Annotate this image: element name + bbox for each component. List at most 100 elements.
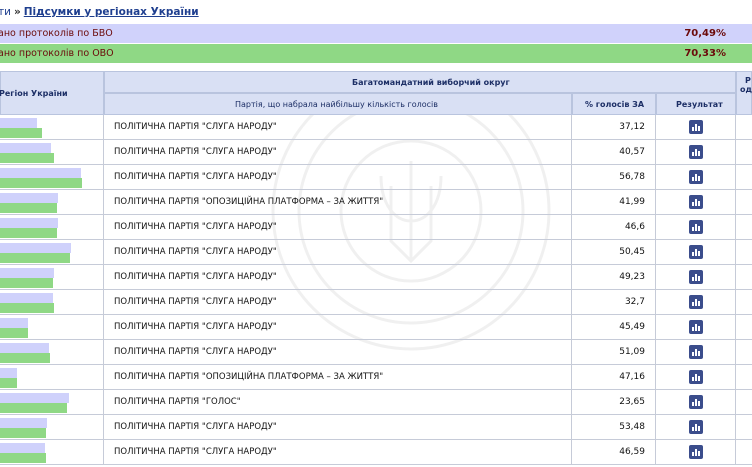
bvo-progress-bar bbox=[0, 168, 81, 178]
bvo-progress-bar bbox=[0, 368, 17, 378]
region-cell[interactable] bbox=[0, 315, 104, 340]
summary-ovo-bar: ано протоколів по ОВО 70,33% bbox=[0, 44, 752, 63]
ovo-progress-bar bbox=[0, 128, 42, 138]
bvo-progress-bar bbox=[0, 218, 58, 228]
percent-value: 46,6 bbox=[624, 222, 645, 232]
result-cell bbox=[656, 340, 736, 365]
bvo-progress-bar bbox=[0, 443, 45, 453]
bar-chart-icon[interactable] bbox=[689, 370, 703, 384]
percent-cell: 32,7 bbox=[572, 290, 656, 315]
region-cell[interactable] bbox=[0, 165, 104, 190]
result-cell bbox=[656, 240, 736, 265]
extra-cell bbox=[736, 290, 752, 315]
header-region-cell: Регіон України bbox=[0, 71, 104, 115]
table-row: ПОЛІТИЧНА ПАРТІЯ "СЛУГА НАРОДУ" 56,78 bbox=[0, 165, 752, 190]
party-cell: ПОЛІТИЧНА ПАРТІЯ "СЛУГА НАРОДУ" bbox=[104, 340, 572, 365]
bar-chart-icon[interactable] bbox=[689, 120, 703, 134]
percent-value: 53,48 bbox=[619, 422, 645, 432]
region-cell[interactable] bbox=[0, 190, 104, 215]
header-percent: % голосів ЗА bbox=[585, 100, 645, 109]
percent-cell: 47,16 bbox=[572, 365, 656, 390]
extra-cell bbox=[736, 215, 752, 240]
region-cell[interactable] bbox=[0, 240, 104, 265]
breadcrumb-prev-link[interactable]: ти bbox=[0, 6, 11, 18]
percent-cell: 46,6 bbox=[572, 215, 656, 240]
bar-chart-icon[interactable] bbox=[689, 345, 703, 359]
table-row: ПОЛІТИЧНА ПАРТІЯ "СЛУГА НАРОДУ" 45,49 bbox=[0, 315, 752, 340]
bar-chart-icon[interactable] bbox=[689, 145, 703, 159]
extra-cell bbox=[736, 265, 752, 290]
summary-ovo-label: ано протоколів по ОВО bbox=[0, 48, 114, 59]
bar-chart-icon[interactable] bbox=[689, 195, 703, 209]
party-name: ПОЛІТИЧНА ПАРТІЯ "СЛУГА НАРОДУ" bbox=[114, 272, 277, 282]
bar-chart-icon[interactable] bbox=[689, 295, 703, 309]
percent-value: 46,59 bbox=[619, 447, 645, 457]
ovo-progress-bar bbox=[0, 228, 57, 238]
bar-chart-icon[interactable] bbox=[689, 445, 703, 459]
ovo-progress-bar bbox=[0, 278, 53, 288]
bar-chart-icon[interactable] bbox=[689, 320, 703, 334]
ovo-progress-bar bbox=[0, 253, 70, 263]
bar-chart-icon[interactable] bbox=[689, 270, 703, 284]
region-cell[interactable] bbox=[0, 390, 104, 415]
bar-chart-icon[interactable] bbox=[689, 395, 703, 409]
percent-cell: 46,59 bbox=[572, 440, 656, 465]
region-cell[interactable] bbox=[0, 140, 104, 165]
region-cell[interactable] bbox=[0, 215, 104, 240]
extra-cell bbox=[736, 440, 752, 465]
region-cell[interactable] bbox=[0, 290, 104, 315]
party-cell: ПОЛІТИЧНА ПАРТІЯ "ОПОЗИЦІЙНА ПЛАТФОРМА –… bbox=[104, 365, 572, 390]
region-cell[interactable] bbox=[0, 415, 104, 440]
extra-cell bbox=[736, 315, 752, 340]
party-name: ПОЛІТИЧНА ПАРТІЯ "СЛУГА НАРОДУ" bbox=[114, 172, 277, 182]
region-cell[interactable] bbox=[0, 265, 104, 290]
region-cell[interactable] bbox=[0, 440, 104, 465]
summary-bvo-label: ано протоколів по БВО bbox=[0, 28, 113, 39]
result-cell bbox=[656, 365, 736, 390]
region-cell[interactable] bbox=[0, 115, 104, 140]
extra-cell bbox=[736, 115, 752, 140]
header-result-cell: Результат bbox=[656, 93, 736, 115]
bvo-progress-bar bbox=[0, 393, 69, 403]
breadcrumb-current-link[interactable]: Підсумки у регіонах України bbox=[24, 6, 199, 18]
bar-chart-icon[interactable] bbox=[689, 420, 703, 434]
percent-value: 56,78 bbox=[619, 172, 645, 182]
ovo-progress-bar bbox=[0, 453, 46, 463]
bvo-progress-bar bbox=[0, 318, 28, 328]
region-cell[interactable] bbox=[0, 365, 104, 390]
header-district: Багатомандатний виборчий округ bbox=[352, 78, 510, 87]
party-name: ПОЛІТИЧНА ПАРТІЯ "СЛУГА НАРОДУ" bbox=[114, 347, 277, 357]
percent-value: 51,09 bbox=[619, 347, 645, 357]
bar-chart-icon[interactable] bbox=[689, 245, 703, 259]
party-cell: ПОЛІТИЧНА ПАРТІЯ "СЛУГА НАРОДУ" bbox=[104, 140, 572, 165]
party-cell: ПОЛІТИЧНА ПАРТІЯ "СЛУГА НАРОДУ" bbox=[104, 315, 572, 340]
region-cell[interactable] bbox=[0, 340, 104, 365]
bvo-progress-bar bbox=[0, 243, 71, 253]
result-cell bbox=[656, 390, 736, 415]
bar-chart-icon[interactable] bbox=[689, 220, 703, 234]
table-row: ПОЛІТИЧНА ПАРТІЯ "СЛУГА НАРОДУ" 46,6 bbox=[0, 215, 752, 240]
result-cell bbox=[656, 315, 736, 340]
bar-chart-icon[interactable] bbox=[689, 170, 703, 184]
party-cell: ПОЛІТИЧНА ПАРТІЯ "СЛУГА НАРОДУ" bbox=[104, 115, 572, 140]
percent-value: 32,7 bbox=[624, 297, 645, 307]
party-cell: ПОЛІТИЧНА ПАРТІЯ "СЛУГА НАРОДУ" bbox=[104, 265, 572, 290]
extra-cell bbox=[736, 415, 752, 440]
table-row: ПОЛІТИЧНА ПАРТІЯ "ОПОЗИЦІЙНА ПЛАТФОРМА –… bbox=[0, 190, 752, 215]
header-region: Регіон України bbox=[0, 89, 68, 98]
result-cell bbox=[656, 115, 736, 140]
header-extra-cell: Р оди bbox=[736, 71, 752, 115]
extra-cell bbox=[736, 165, 752, 190]
extra-cell bbox=[736, 190, 752, 215]
result-cell bbox=[656, 290, 736, 315]
percent-value: 40,57 bbox=[619, 147, 645, 157]
result-cell bbox=[656, 415, 736, 440]
party-name: ПОЛІТИЧНА ПАРТІЯ "СЛУГА НАРОДУ" bbox=[114, 297, 277, 307]
percent-cell: 51,09 bbox=[572, 340, 656, 365]
ovo-progress-bar bbox=[0, 303, 54, 313]
party-name: ПОЛІТИЧНА ПАРТІЯ "ОПОЗИЦІЙНА ПЛАТФОРМА –… bbox=[114, 197, 384, 207]
bvo-progress-bar bbox=[0, 193, 58, 203]
bvo-progress-bar bbox=[0, 268, 54, 278]
party-cell: ПОЛІТИЧНА ПАРТІЯ "СЛУГА НАРОДУ" bbox=[104, 165, 572, 190]
ovo-progress-bar bbox=[0, 178, 82, 188]
